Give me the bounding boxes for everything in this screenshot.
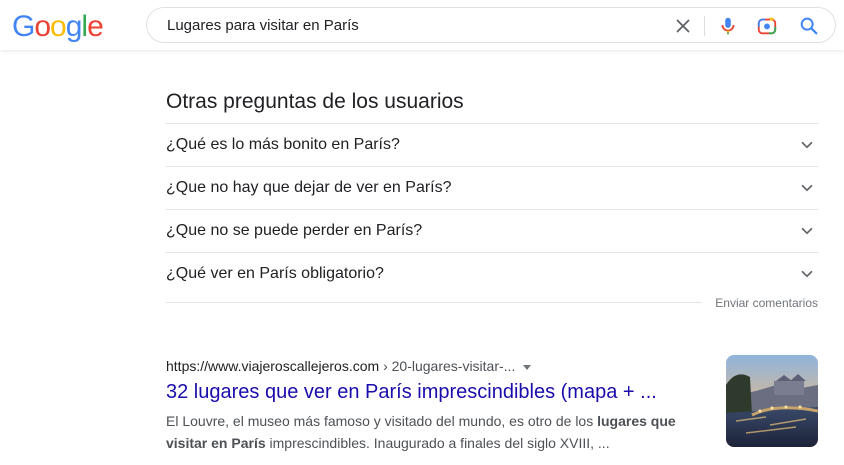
google-logo[interactable]: Google	[12, 10, 104, 44]
chevron-down-icon[interactable]	[798, 136, 816, 154]
paris-photo	[726, 355, 818, 447]
paa-question-text: ¿Qué es lo más bonito en París?	[166, 136, 400, 153]
chevron-down-icon[interactable]	[798, 179, 816, 197]
paa-question-text: ¿Que no hay que dejar de ver en París?	[166, 179, 452, 196]
result-snippet: El Louvre, el museo más famoso y visitad…	[166, 410, 696, 454]
result-url[interactable]: https://www.viajeroscallejeros.com › 20-…	[166, 357, 532, 375]
result-domain: https://www.viajeroscallejeros.com	[166, 358, 380, 374]
logo-letter: o	[34, 10, 51, 43]
snippet-text: El Louvre, el museo más famoso y visitad…	[166, 413, 598, 429]
paa-question[interactable]: ¿Qué ver en París obligatorio?	[166, 252, 818, 295]
close-icon[interactable]	[672, 15, 694, 37]
search-box[interactable]: Lugares para visitar en París	[146, 7, 836, 43]
lens-icon[interactable]	[756, 15, 778, 37]
caret-down-icon[interactable]	[523, 364, 532, 370]
paa-question[interactable]: ¿Qué es lo más bonito en París?	[166, 123, 818, 166]
paa-question[interactable]: ¿Que no se puede perder en París?	[166, 209, 818, 252]
divider	[166, 302, 702, 303]
snippet-text: imprescindibles. Inaugurado a finales de…	[265, 435, 610, 451]
search-divider	[704, 16, 705, 36]
logo-letter: e	[87, 10, 104, 43]
logo-letter: o	[50, 10, 67, 43]
result-thumbnail[interactable]	[726, 355, 818, 447]
paa-title: Otras preguntas de los usuarios	[166, 90, 464, 113]
logo-letter: g	[65, 10, 83, 43]
feedback-link[interactable]: Enviar comentarios	[715, 295, 818, 311]
mic-icon[interactable]	[717, 15, 739, 37]
paa-question[interactable]: ¿Que no hay que dejar de ver en París?	[166, 166, 818, 209]
chevron-down-icon[interactable]	[798, 222, 816, 240]
logo-letter: G	[12, 10, 35, 43]
paa-question-text: ¿Que no se puede perder en París?	[166, 222, 423, 239]
search-icon[interactable]	[798, 15, 820, 37]
paa-list: ¿Qué es lo más bonito en París? ¿Que no …	[166, 123, 818, 295]
chevron-down-icon[interactable]	[798, 265, 816, 283]
paa-question-text: ¿Qué ver en París obligatorio?	[166, 265, 384, 282]
result-path: › 20-lugares-visitar-...	[379, 358, 516, 374]
search-input[interactable]: Lugares para visitar en París	[167, 16, 359, 36]
result-title-link[interactable]: 32 lugares que ver en París imprescindib…	[166, 378, 657, 406]
header: Google Lugares para visitar en París	[0, 0, 844, 50]
